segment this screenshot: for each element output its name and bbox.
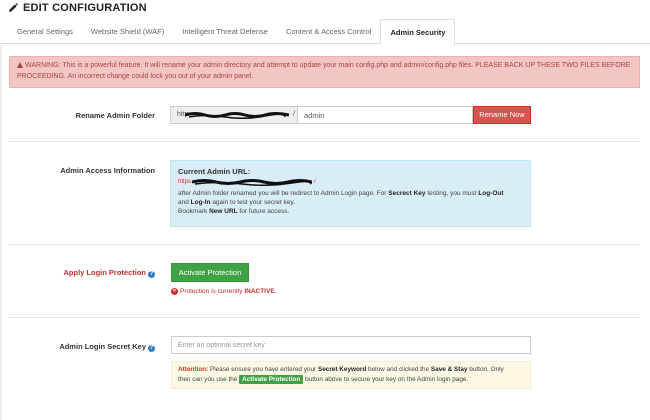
warning-alert: WARNING: This is a powerful feature. It … xyxy=(9,56,640,88)
protection-status: × Protection is currently INACTIVE. xyxy=(171,288,277,295)
tab-website-shield[interactable]: Website Shield (WAF) xyxy=(82,19,173,44)
admin-folder-input[interactable] xyxy=(297,106,473,124)
current-admin-url-title: Current Admin URL: xyxy=(178,167,251,176)
current-admin-url[interactable]: https / xyxy=(178,178,523,188)
help-icon[interactable]: ? xyxy=(148,271,155,278)
warning-text: WARNING: This is a powerful feature. It … xyxy=(17,62,631,80)
secret-key-input[interactable] xyxy=(171,336,531,354)
attention-alert: Attention: Please ensure you have entere… xyxy=(171,361,531,389)
tab-threat-defense[interactable]: Intelligent Threat Defense xyxy=(173,19,277,44)
base-url-end: / xyxy=(293,111,295,118)
page-title-text: EDIT CONFIGURATION xyxy=(23,2,147,14)
activate-protection-button[interactable]: Activate Protection xyxy=(171,263,249,282)
help-icon[interactable]: ? xyxy=(148,345,155,352)
page-title: EDIT CONFIGURATION xyxy=(8,0,147,16)
page-left-border xyxy=(0,46,2,420)
login-protection-label: Apply Login Protection? xyxy=(63,268,155,278)
times-circle-icon: × xyxy=(171,288,178,295)
tab-admin-security[interactable]: Admin Security xyxy=(380,19,456,45)
access-info-label: Admin Access Information xyxy=(60,166,155,175)
tab-content-access[interactable]: Content & Access Control xyxy=(277,19,380,44)
admin-url-info-box: Current Admin URL: https / after Admin f… xyxy=(170,160,531,227)
login-protection-row xyxy=(9,245,640,318)
inline-activate-protection-badge: Activate Protection xyxy=(239,375,304,384)
redaction-scribble xyxy=(192,179,312,186)
admin-url-instructions: after Admin folder renamed you will be r… xyxy=(178,190,504,215)
config-tabs: General Settings Website Shield (WAF) In… xyxy=(0,19,650,45)
warning-icon xyxy=(17,62,23,68)
rename-folder-group: http / Rename Now xyxy=(170,106,531,124)
secret-key-label: Admin Login Secret Key? xyxy=(59,342,155,352)
rename-label: Rename Admin Folder xyxy=(75,111,155,120)
base-url-prefix: http / xyxy=(170,106,297,124)
rename-now-button[interactable]: Rename Now xyxy=(473,106,531,124)
admin-url-end: / xyxy=(314,179,316,185)
redaction-scribble xyxy=(185,112,289,119)
admin-url-start: https xyxy=(178,179,192,185)
tab-general-settings[interactable]: General Settings xyxy=(8,19,82,44)
pencil-icon xyxy=(9,3,18,12)
